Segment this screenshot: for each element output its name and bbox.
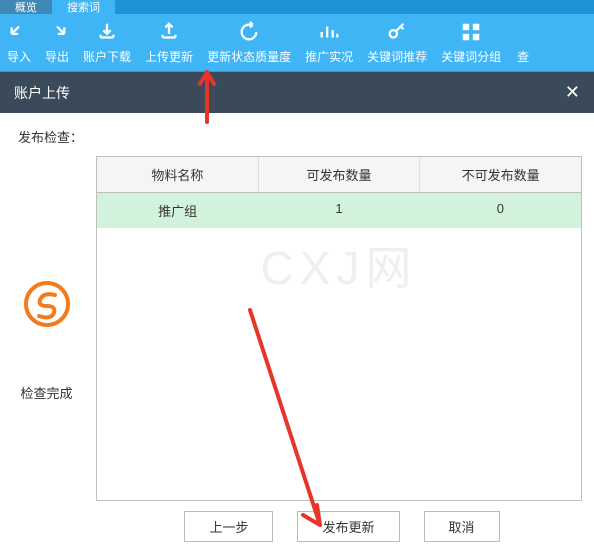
watermark: CXJ网 — [261, 232, 418, 298]
prev-button[interactable]: 上一步 — [184, 511, 273, 542]
col-material-name: 物料名称 — [97, 157, 259, 192]
result-table: CXJ网 物料名称 可发布数量 不可发布数量 推广组 1 0 — [96, 156, 582, 501]
toolbar: 导入 导出 账户下载 上传更新 更新状态质量度 推广实况 关键词推荐 — [0, 14, 594, 72]
cell-name: 推广组 — [97, 193, 258, 228]
modal-content: 发布检查： 检查完成 CXJ网 物料名称 可发布数量 不可发布数量 推广组 1 … — [0, 113, 594, 550]
status-button[interactable]: 推广实况 — [298, 20, 360, 65]
group-button[interactable]: 关键词分组 — [434, 20, 508, 65]
keyword-button[interactable]: 关键词推荐 — [360, 20, 434, 65]
cell-publishable: 1 — [258, 193, 419, 228]
table-row: 推广组 1 0 — [97, 193, 581, 228]
grid-icon — [459, 20, 483, 44]
status-text: 检查完成 — [20, 383, 72, 402]
import-button[interactable]: 导入 — [0, 20, 38, 65]
more-button[interactable]: 查 — [508, 20, 538, 65]
tab-overview[interactable]: 概览 — [0, 0, 52, 14]
more-label: 查 — [517, 48, 529, 65]
keyword-label: 关键词推荐 — [367, 48, 427, 65]
export-button[interactable]: 导出 — [38, 20, 76, 65]
download-icon — [95, 20, 119, 44]
close-icon[interactable]: ✕ — [565, 82, 580, 103]
upload-label: 上传更新 — [145, 48, 193, 65]
export-label: 导出 — [45, 48, 69, 65]
upload-button[interactable]: 上传更新 — [138, 20, 200, 65]
stats-icon — [317, 20, 341, 44]
import-label: 导入 — [7, 48, 31, 65]
refresh-button[interactable]: 更新状态质量度 — [200, 20, 298, 65]
import-icon — [7, 20, 31, 44]
col-unpublishable: 不可发布数量 — [420, 157, 581, 192]
tab-search-terms[interactable]: 搜索词 — [52, 0, 115, 14]
refresh-icon — [237, 20, 261, 44]
check-label: 发布检查： — [0, 113, 594, 156]
download-button[interactable]: 账户下载 — [76, 20, 138, 65]
refresh-label: 更新状态质量度 — [207, 48, 291, 65]
modal-header: 账户上传 ✕ — [0, 72, 594, 113]
modal-title: 账户上传 — [14, 83, 70, 103]
group-label: 关键词分组 — [441, 48, 501, 65]
status-label: 推广实况 — [305, 48, 353, 65]
publish-button[interactable]: 发布更新 — [297, 511, 399, 542]
export-icon — [45, 20, 69, 44]
cancel-button[interactable]: 取消 — [424, 511, 500, 542]
upload-icon — [157, 20, 181, 44]
col-publishable: 可发布数量 — [259, 157, 421, 192]
sogou-logo-icon — [23, 280, 71, 328]
more-icon — [511, 20, 535, 44]
key-icon — [385, 20, 409, 44]
download-label: 账户下载 — [83, 48, 131, 65]
cell-unpublishable: 0 — [420, 193, 581, 228]
